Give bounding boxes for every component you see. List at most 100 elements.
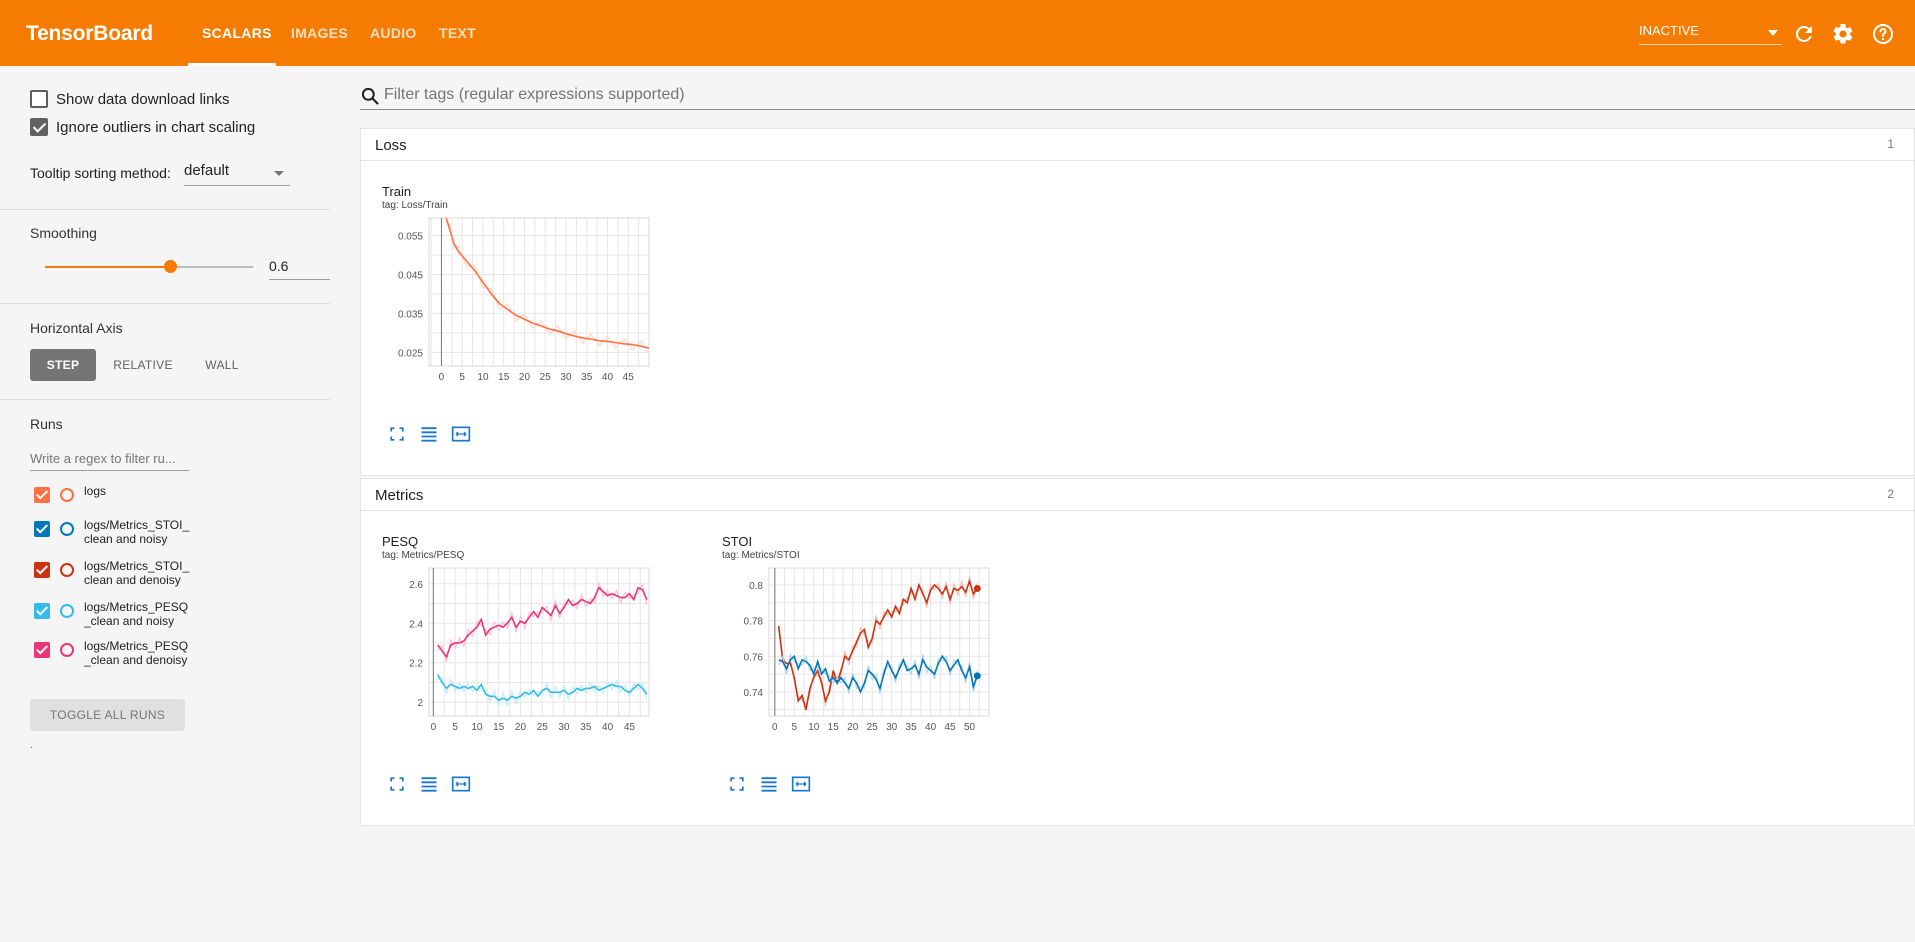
run-status-dropdown[interactable]: INACTIVE: [1639, 23, 1782, 45]
refresh-icon[interactable]: [1792, 22, 1816, 46]
x-tick-label: 35: [581, 372, 593, 383]
tooltip-sorting-dropdown[interactable]: default: [184, 162, 290, 186]
chart-title: PESQ: [382, 534, 419, 549]
y-tick-label: 0.045: [398, 270, 423, 281]
sidebar: Show data download links Ignore outliers…: [0, 66, 330, 942]
chart-pesq[interactable]: 0 5 10 15 20 25 30 35 40 45 2 2.2 2.4 2.6: [361, 564, 701, 764]
tag-filter-input[interactable]: Filter tags (regular expressions support…: [360, 84, 1915, 110]
axis-relative-button[interactable]: RELATIVE: [104, 349, 182, 381]
ignore-outliers-checkbox[interactable]: Ignore outliers in chart scaling: [30, 118, 255, 136]
y-tick-label: 2.2: [409, 659, 423, 670]
series-endpoint: [973, 585, 981, 593]
fullscreen-icon[interactable]: [727, 774, 747, 794]
run-color-swatch: [60, 488, 74, 502]
sidebar-divider: [0, 303, 330, 304]
x-tick-label: 40: [602, 722, 614, 733]
tab-scalars[interactable]: SCALARS: [202, 25, 272, 41]
y-tick-label: 0.025: [398, 348, 423, 359]
x-tick-label: 30: [560, 372, 572, 383]
toggle-log-scale-icon[interactable]: [759, 774, 779, 794]
y-tick-label: 2.4: [409, 619, 423, 630]
section-header[interactable]: Loss 1: [361, 129, 1914, 161]
run-label: logs/Metrics_STOI_clean and noisy: [84, 518, 190, 546]
smoothing-value-input[interactable]: 0.6: [269, 252, 330, 280]
x-tick-label: 20: [519, 372, 531, 383]
chart-title: Train: [382, 184, 412, 199]
y-tick-label: 0.74: [744, 688, 764, 699]
run-color-swatch: [60, 643, 74, 657]
chart-train[interactable]: 0 5 10 15 20 25 30 35 40 45 0.025 0.035 0.045 0.055: [361, 214, 701, 414]
y-tick-label: 0.78: [744, 617, 764, 628]
y-tick-label: 0.035: [398, 309, 423, 320]
fit-domain-icon[interactable]: [451, 424, 471, 444]
x-tick-label: 45: [623, 372, 635, 383]
run-color-swatch: [60, 563, 74, 577]
chart-grid: [429, 218, 650, 366]
axis-wall-button[interactable]: WALL: [192, 349, 252, 381]
y-tick-label: 2.6: [409, 580, 423, 591]
x-tick-label: 15: [493, 722, 505, 733]
run-label: logs: [84, 484, 107, 498]
x-tick-label: 5: [459, 372, 465, 383]
toggle-log-scale-icon[interactable]: [419, 774, 439, 794]
x-tick-label: 10: [477, 372, 489, 383]
show-download-links-checkbox[interactable]: Show data download links: [30, 90, 229, 108]
checkbox-checked-icon[interactable]: [34, 603, 50, 619]
section-header[interactable]: Metrics 2: [361, 479, 1914, 511]
x-tick-label: 10: [471, 722, 483, 733]
tab-images[interactable]: IMAGES: [291, 25, 348, 41]
x-tick-label: 25: [537, 722, 549, 733]
fit-domain-icon[interactable]: [791, 774, 811, 794]
x-tick-label: 50: [964, 722, 976, 733]
runs-filter-input[interactable]: Write a regex to filter ru...: [30, 447, 189, 471]
gear-icon[interactable]: [1831, 22, 1855, 46]
tab-audio[interactable]: AUDIO: [370, 25, 417, 41]
checkbox-checked-icon: [30, 118, 48, 136]
smoothing-slider-fill: [45, 266, 170, 268]
x-tick-label: 15: [498, 372, 510, 383]
x-tick-label: 0: [772, 722, 778, 733]
x-tick-label: 35: [906, 722, 918, 733]
x-tick-label: 15: [828, 722, 840, 733]
checkbox-checked-icon[interactable]: [34, 562, 50, 578]
checkbox-checked-icon[interactable]: [34, 487, 50, 503]
toggle-log-scale-icon[interactable]: [419, 424, 439, 444]
y-tick-label: 0.76: [744, 652, 764, 663]
chart-card-stoi: STOI tag: Metrics/STOI 0 5 10 15 20 25 30 35 40 4…: [701, 534, 1041, 844]
toggle-all-runs-button[interactable]: TOGGLE ALL RUNS: [30, 699, 185, 731]
x-tick-label: 0: [431, 722, 437, 733]
horizontal-axis-title: Horizontal Axis: [30, 320, 123, 336]
chart-tag: tag: Loss/Train: [382, 200, 448, 211]
tooltip-sorting-label: Tooltip sorting method:: [30, 165, 171, 181]
fullscreen-icon[interactable]: [387, 774, 407, 794]
x-tick-label: 25: [867, 722, 879, 733]
x-tick-label: 45: [624, 722, 636, 733]
x-tick-label: 5: [792, 722, 798, 733]
series-line: [777, 578, 978, 710]
x-tick-label: 40: [925, 722, 937, 733]
checkbox-checked-icon[interactable]: [34, 521, 50, 537]
axis-step-button[interactable]: STEP: [30, 349, 96, 381]
checkbox-checked-icon[interactable]: [34, 642, 50, 658]
chevron-down-icon: [1768, 30, 1778, 36]
x-tick-label: 45: [944, 722, 956, 733]
fullscreen-icon[interactable]: [387, 424, 407, 444]
help-icon[interactable]: [1871, 22, 1895, 46]
tooltip-sorting-value: default: [184, 162, 230, 179]
chart-stoi[interactable]: 0 5 10 15 20 25 30 35 40 45 50 0.74 0.76 0.78 0.8: [701, 564, 1041, 764]
chart-title: STOI: [722, 534, 753, 549]
chart-card-pesq: PESQ tag: Metrics/PESQ 0 5 10 15 20 25 30 35 40 4…: [361, 534, 701, 844]
x-tick-label: 40: [602, 372, 614, 383]
smoothing-slider-handle[interactable]: [163, 260, 177, 273]
fit-domain-icon[interactable]: [451, 774, 471, 794]
run-color-swatch: [60, 604, 74, 618]
tab-text[interactable]: TEXT: [439, 25, 476, 41]
runs-title: Runs: [30, 416, 63, 432]
series-group: [777, 576, 978, 710]
chevron-down-icon: [274, 171, 284, 176]
x-tick-label: 5: [452, 722, 458, 733]
smoothing-slider[interactable]: [45, 260, 253, 273]
run-label: logs/Metrics_PESQ_clean and denoisy: [84, 639, 189, 667]
chart-tag: tag: Metrics/PESQ: [382, 550, 465, 561]
tag-filter-placeholder: Filter tags (regular expressions support…: [384, 86, 685, 103]
